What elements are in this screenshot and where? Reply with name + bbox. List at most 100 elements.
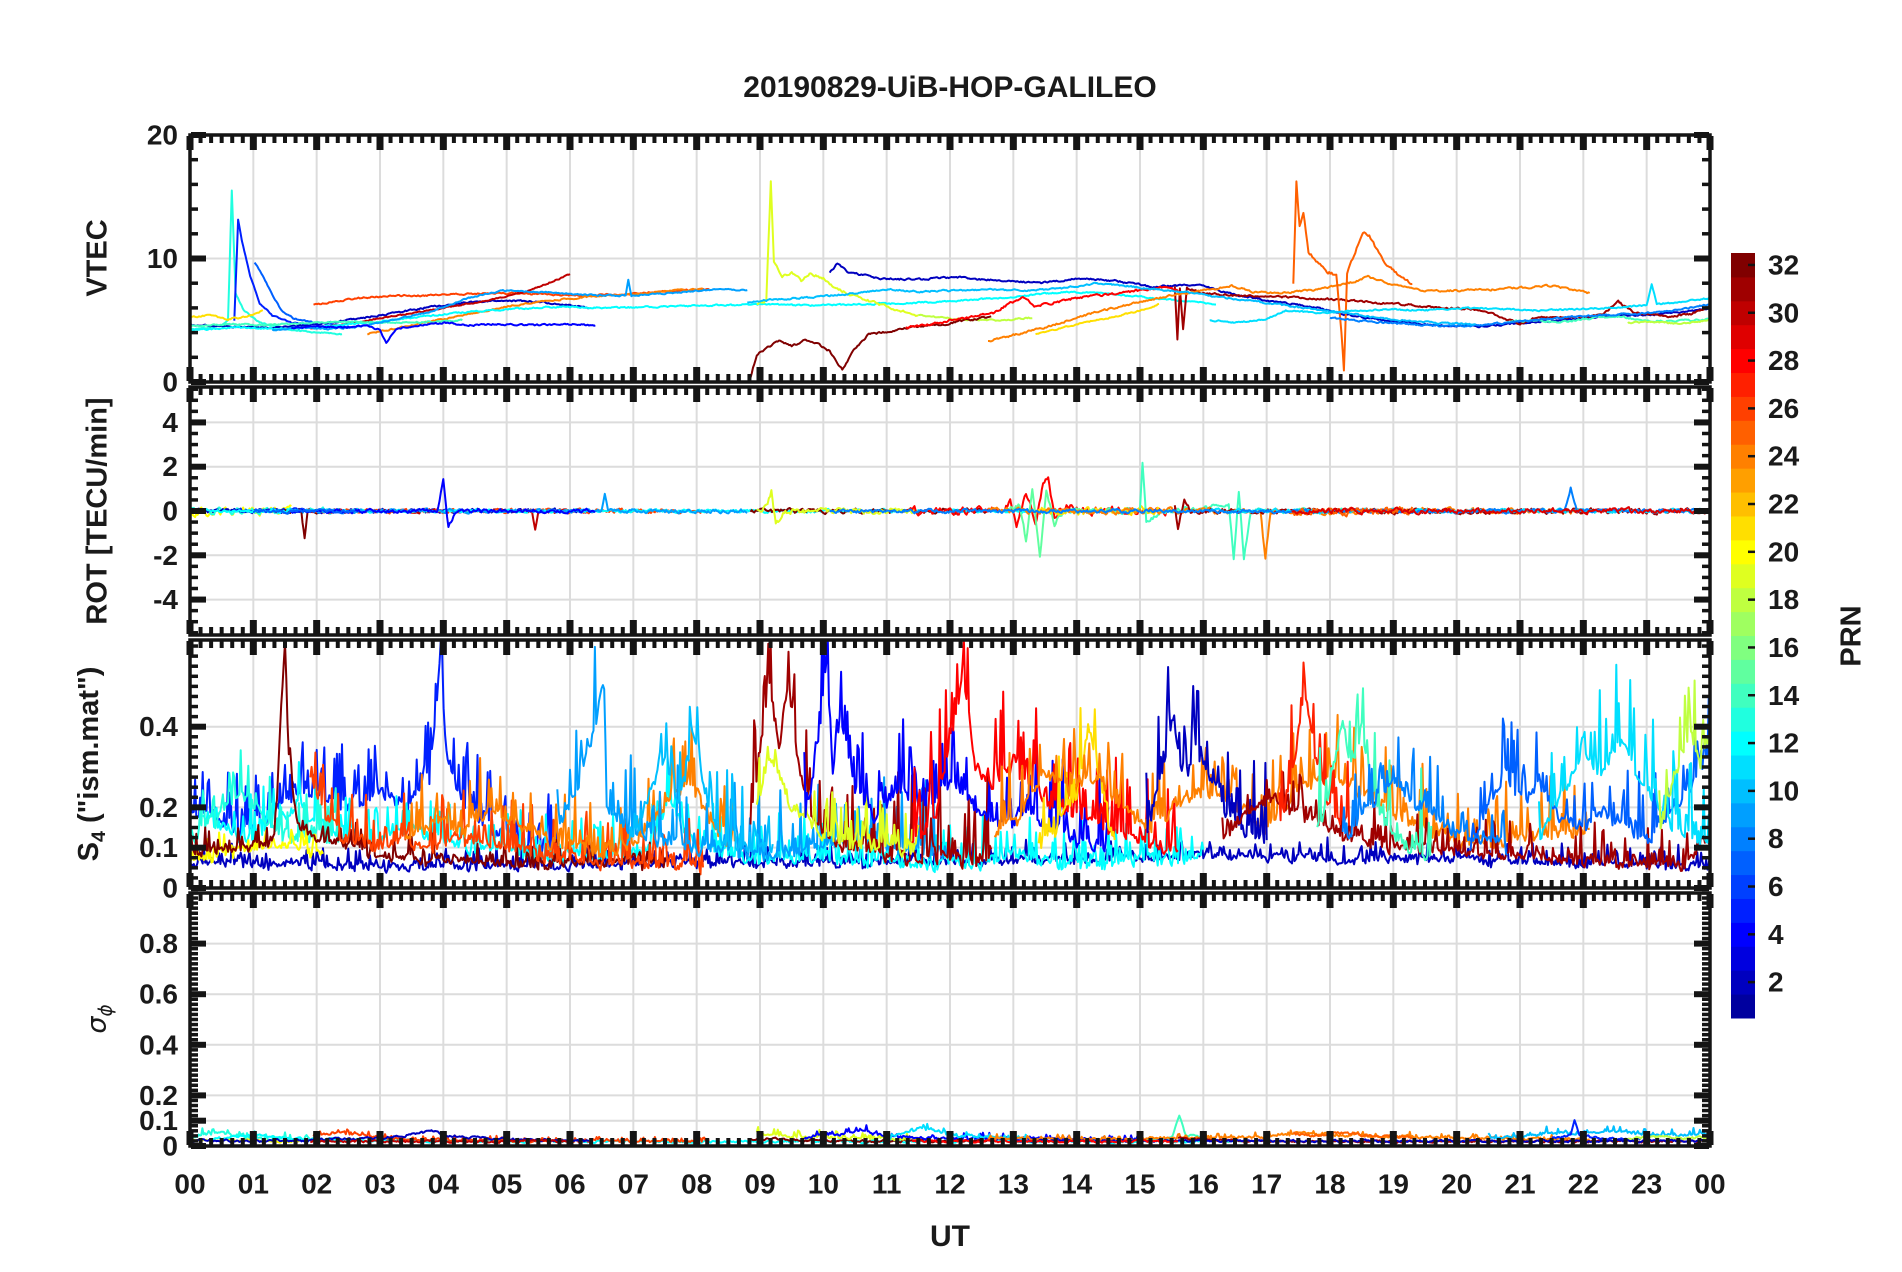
xtick-label: 05	[491, 1169, 522, 1200]
colorbar-tick-label: 14	[1768, 680, 1800, 711]
colorbar-tick-label: 8	[1768, 823, 1784, 854]
colorbar-tick-label: 2	[1768, 967, 1784, 998]
ylabel-s4-sub: 4	[87, 831, 110, 843]
xtick-label: 00	[1694, 1169, 1725, 1200]
ylabel-vtec: VTEC	[81, 219, 114, 297]
xtick-label: 12	[934, 1169, 965, 1200]
colorbar-tick-label: 4	[1768, 919, 1784, 950]
series-prn32	[749, 315, 992, 378]
ytick-label-sigma-phi: 0.6	[139, 979, 178, 1010]
ylabel-sigma-phi: σϕ	[81, 1004, 116, 1033]
xtick-label: 09	[744, 1169, 775, 1200]
xtick-label: 20	[1441, 1169, 1472, 1200]
colorbar-label: PRN	[1835, 605, 1868, 667]
colorbar-band	[1731, 468, 1755, 493]
colorbar-tick-label: 10	[1768, 775, 1799, 806]
xtick-label: 01	[238, 1169, 269, 1200]
panel-s4: 0 0.1 0.2 0.4	[139, 638, 1714, 904]
colorbar-band	[1731, 324, 1755, 350]
panel-sigma-phi: 00.10.20.40.60.8	[139, 891, 1714, 1162]
chart-title: 20190829-UiB-HOP-GALILEO	[743, 71, 1157, 104]
colorbar-tick-label: 12	[1768, 728, 1799, 759]
xtick-label: 13	[998, 1169, 1029, 1200]
sigma-symbol: σ	[81, 1016, 113, 1034]
colorbar-tick-label: 18	[1768, 584, 1799, 615]
colorbar-band	[1731, 563, 1755, 589]
xtick-label: 03	[364, 1169, 395, 1200]
colorbar-band	[1731, 898, 1755, 923]
ylabel-s4-rest: ("ism.mat")	[73, 666, 106, 832]
chart-figure: 0 10 20 -4 -2 0 2 4 0 0.1 0.2 0.4 0 0.1 0.2 0.4 0.6 0.8 00…	[0, 0, 1902, 1272]
colorbar-tick-label: 20	[1768, 536, 1799, 567]
series-prn12	[189, 290, 1216, 332]
xtick-label: 21	[1504, 1169, 1535, 1200]
ytick-label-rot: 2	[162, 451, 178, 482]
ylabel-rot: ROT [TECU/min]	[81, 397, 114, 625]
colorbar-band	[1731, 994, 1755, 1019]
xtick-label: 07	[618, 1169, 649, 1200]
xtick-label: 16	[1188, 1169, 1219, 1200]
xtick-label: 11	[872, 1169, 902, 1200]
ytick-label-s4: 0	[162, 873, 178, 904]
xtick-label: 00	[174, 1169, 205, 1200]
ytick-label-s4: 0.1	[139, 832, 178, 863]
colorbar-band	[1731, 707, 1755, 732]
series-prn25	[1292, 180, 1413, 372]
series-prn21	[189, 309, 264, 321]
phi-subscript: ϕ	[95, 1004, 117, 1017]
colorbar-tick-label: 24	[1768, 441, 1800, 472]
ylabel-s4-main: S	[73, 842, 106, 862]
ytick-label-sigma-phi: 0.4	[139, 1029, 178, 1060]
series-prn5	[233, 218, 311, 327]
xtick-label: 08	[681, 1169, 712, 1200]
colorbar-band	[1731, 802, 1755, 828]
colorbar-band	[1731, 946, 1755, 971]
ytick-label-vtec: 20	[147, 120, 178, 151]
colorbar: 2468101214161820222426283032	[1731, 249, 1800, 1019]
xtick-label: 04	[428, 1169, 460, 1200]
series-prn7	[253, 262, 356, 329]
xtick-label: 19	[1378, 1169, 1409, 1200]
panel-vtec: 0 10 20	[147, 120, 1714, 398]
ytick-label-vtec: 0	[162, 367, 178, 398]
colorbar-tick-label: 32	[1768, 249, 1799, 280]
panel-rot: -4 -2 0 2 4	[153, 385, 1714, 637]
colorbar-tick-label: 22	[1768, 489, 1799, 520]
colorbar-band	[1731, 755, 1755, 780]
ytick-label-vtec: 10	[147, 243, 178, 274]
plot-svg: 01020-4-202400.10.20.400.10.20.40.60.800…	[139, 120, 1800, 1200]
colorbar-band	[1731, 420, 1755, 445]
colorbar-tick-label: 26	[1768, 393, 1799, 424]
xlabel-ut: UT	[930, 1220, 970, 1253]
series-prn28	[905, 476, 1179, 529]
ytick-label-rot: 4	[162, 407, 178, 438]
xtick-label: 10	[808, 1169, 839, 1200]
ytick-label-rot: -4	[153, 584, 178, 615]
series-prn19	[756, 489, 920, 525]
xtick-label: 02	[301, 1169, 332, 1200]
ytick-label-rot: 0	[162, 496, 178, 527]
ytick-label-sigma-phi: 0.2	[139, 1080, 178, 1111]
colorbar-tick-label: 6	[1768, 871, 1784, 902]
xtick-label: 22	[1568, 1169, 1599, 1200]
colorbar-band	[1731, 276, 1755, 302]
ytick-label-s4: 0.2	[139, 792, 178, 823]
xtick-label: 17	[1251, 1169, 1282, 1200]
series-prn9	[271, 278, 748, 332]
colorbar-band	[1731, 515, 1755, 541]
xtick-label: 18	[1314, 1169, 1345, 1200]
xtick-label: 14	[1061, 1169, 1093, 1200]
xtick-label: 15	[1124, 1169, 1155, 1200]
colorbar-band	[1731, 611, 1755, 636]
series-prn13	[189, 189, 343, 336]
colorbar-tick-label: 30	[1768, 297, 1799, 328]
xtick-label: 23	[1631, 1169, 1662, 1200]
series-prn31	[1173, 286, 1711, 341]
series-prn31	[1173, 498, 1711, 531]
ylabel-s4: S4 ("ism.mat")	[73, 667, 111, 862]
colorbar-tick-label: 16	[1768, 632, 1799, 663]
ytick-label-s4: 0.4	[139, 711, 178, 742]
ytick-label-sigma-phi: 0.8	[139, 928, 178, 959]
ytick-label-rot: -2	[153, 540, 178, 571]
colorbar-band	[1731, 850, 1755, 876]
